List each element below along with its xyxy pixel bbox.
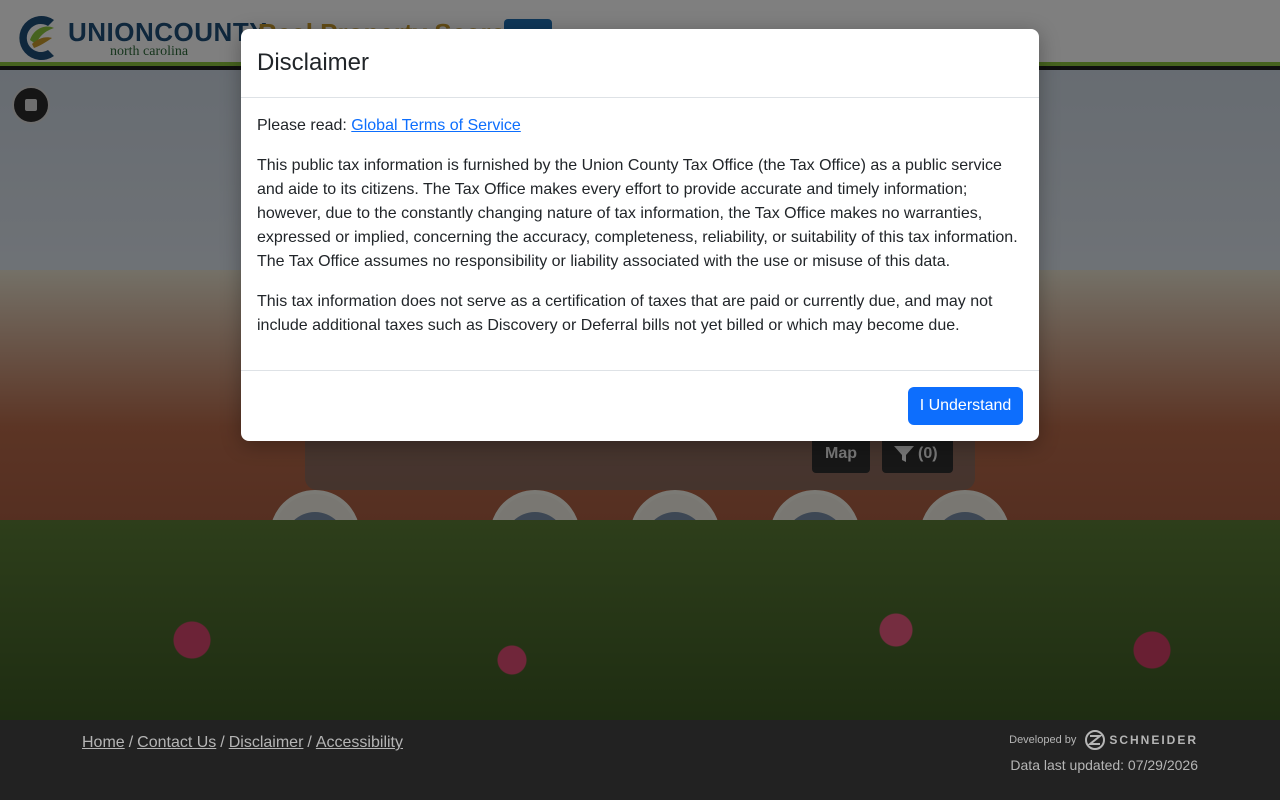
terms-prefix: Please read: xyxy=(257,117,352,134)
footer-links: Home / Contact Us / Disclaimer / Accessibility xyxy=(82,732,403,754)
disclaimer-modal: Disclaimer Please read: Global Terms of … xyxy=(241,29,1039,441)
data-last-updated: Data last updated: 07/29/2026 xyxy=(1010,757,1198,773)
footer-link-contact[interactable]: Contact Us xyxy=(137,734,216,751)
i-understand-button[interactable]: I Understand xyxy=(908,387,1023,425)
developer-name: SCHNEIDER xyxy=(1109,733,1198,747)
footer-link-accessibility[interactable]: Accessibility xyxy=(316,734,403,751)
terms-line: Please read: Global Terms of Service xyxy=(257,114,1023,138)
footer-separator: / xyxy=(220,734,225,751)
modal-footer: I Understand xyxy=(241,370,1039,441)
developed-by[interactable]: Developed by SCHNEIDER xyxy=(1009,730,1198,752)
disclaimer-paragraph-2: This tax information does not serve as a… xyxy=(257,293,993,334)
terms-of-service-link[interactable]: Global Terms of Service xyxy=(351,117,521,134)
footer-separator: / xyxy=(307,734,312,751)
modal-body: Please read: Global Terms of Service Thi… xyxy=(257,114,1023,354)
footer-link-home[interactable]: Home xyxy=(82,734,125,751)
modal-header: Disclaimer xyxy=(241,29,1039,98)
developed-by-label: Developed by xyxy=(1009,734,1077,746)
disclaimer-paragraph-1: This public tax information is furnished… xyxy=(257,157,1018,270)
site-footer: Home / Contact Us / Disclaimer / Accessibility… xyxy=(0,720,1280,800)
footer-separator: / xyxy=(128,734,134,751)
schneider-logo-icon xyxy=(1084,730,1105,750)
modal-title: Disclaimer xyxy=(257,49,370,76)
footer-link-disclaimer[interactable]: Disclaimer xyxy=(229,734,304,751)
